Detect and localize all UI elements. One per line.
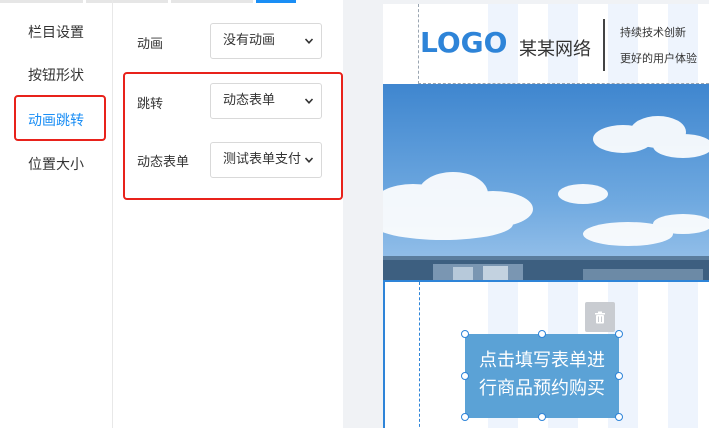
resize-handle-e[interactable] [615,372,623,380]
settings-panel: 栏目设置 按钮形状 动画跳转 位置大小 动画 没有动画 跳转 动态表单 动态表单… [0,0,343,428]
tab-animation-jump[interactable]: 动画跳转 [14,98,106,144]
logo-text: LOGO [420,26,508,59]
delete-button[interactable] [585,302,615,332]
preview-header[interactable]: LOGO 某某网络 持续技术创新 更好的用户体验 [383,4,709,84]
resize-handle-nw[interactable] [461,330,469,338]
resize-handle-sw[interactable] [461,413,469,421]
brand-name: 某某网络 [519,39,591,60]
slogan-line-1: 持续技术创新 [620,26,686,39]
banner-image [383,84,709,280]
resize-handle-w[interactable] [461,372,469,380]
jump-select[interactable]: 动态表单 [210,83,322,119]
header-divider [603,19,605,71]
animation-select-value: 没有动画 [223,33,276,48]
dynamic-form-select[interactable]: 测试表单支付 [210,142,322,178]
tab-position-size[interactable]: 位置大小 [14,142,106,188]
tab-label: 栏目设置 [28,25,84,41]
resize-handle-n[interactable] [538,330,546,338]
dynamic-form-select-value: 测试表单支付 [223,152,302,167]
tab-column-settings[interactable]: 栏目设置 [14,10,106,56]
slogan-line-2: 更好的用户体验 [620,52,697,65]
animation-select[interactable]: 没有动画 [210,23,322,59]
resize-handle-s[interactable] [538,413,546,421]
chevron-down-icon [304,98,314,104]
cta-line-1: 点击填写表单进 [479,350,605,371]
tab-button-shape[interactable]: 按钮形状 [14,53,106,99]
dynamic-form-label: 动态表单 [137,155,190,170]
cta-line-2: 行商品预约购买 [479,378,605,399]
chevron-down-icon [304,157,314,163]
preview-canvas: LOGO 某某网络 持续技术创新 更好的用户体验 点击填写表单进 行商品预约购买 [343,0,709,428]
cta-button[interactable]: 点击填写表单进 行商品预约购买 [465,334,619,418]
tab-label: 动画跳转 [28,113,84,129]
resize-handle-ne[interactable] [615,330,623,338]
tab-label: 位置大小 [28,157,84,173]
chevron-down-icon [304,38,314,44]
sky-image [383,84,709,280]
form-button-section[interactable]: 点击填写表单进 行商品预约购买 [383,280,709,428]
resize-handle-se[interactable] [615,413,623,421]
page-preview: LOGO 某某网络 持续技术创新 更好的用户体验 点击填写表单进 行商品预约购买 [383,4,709,428]
animation-label: 动画 [137,37,164,52]
tab-label: 按钮形状 [28,68,84,84]
trash-icon [595,311,605,323]
jump-label: 跳转 [137,97,164,112]
settings-tab-list: 栏目设置 按钮形状 动画跳转 位置大小 [0,0,113,428]
jump-select-value: 动态表单 [223,93,276,108]
